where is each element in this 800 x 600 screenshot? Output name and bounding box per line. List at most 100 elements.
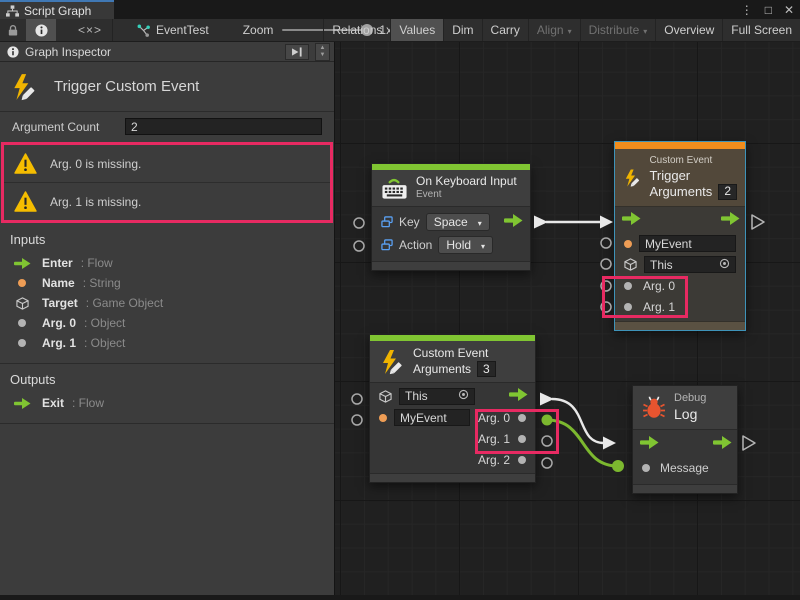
- align-label: Align: [537, 23, 564, 37]
- custom-event-icon: [623, 165, 641, 191]
- arg0-label: Arg. 0: [478, 411, 510, 425]
- window-bottom-edge: [0, 595, 800, 600]
- caret-down-icon: ▾: [568, 27, 572, 36]
- gameobject-cube-icon: [379, 390, 392, 403]
- wire-arg0-to-message[interactable]: [542, 415, 625, 473]
- target-value: This: [650, 258, 673, 272]
- arguments-label: Arguments: [649, 184, 712, 200]
- key-dropdown[interactable]: Space ▾: [426, 213, 490, 231]
- inputs-header: Inputs: [0, 232, 334, 253]
- align-button[interactable]: Align ▾: [528, 19, 580, 41]
- values-button[interactable]: Values: [390, 19, 443, 41]
- keyboard-icon: [381, 176, 408, 200]
- port-trigger-target-input[interactable]: [601, 259, 611, 269]
- overview-button[interactable]: Overview: [655, 19, 722, 41]
- action-dropdown[interactable]: Hold ▾: [438, 236, 493, 254]
- stepper-down-icon[interactable]: ▼: [320, 52, 326, 59]
- target-row: This: [615, 254, 745, 275]
- panel-stepper[interactable]: ▲ ▼: [315, 43, 330, 61]
- tab-script-graph[interactable]: Script Graph: [0, 0, 114, 19]
- flow-out-arrow[interactable]: [721, 212, 740, 228]
- port-receiver-name-input[interactable]: [352, 415, 362, 425]
- caret-down-icon: ▾: [478, 219, 482, 228]
- node-on-keyboard-input[interactable]: On Keyboard Input Event Key Space ▾: [371, 163, 531, 271]
- carry-button[interactable]: Carry: [482, 19, 528, 41]
- flow-out-arrow[interactable]: [509, 388, 528, 404]
- port-name: Enter: [42, 256, 73, 270]
- window-maximize-button[interactable]: □: [765, 3, 772, 17]
- port-row-enter: Enter : Flow: [0, 253, 334, 273]
- arg0-row: Arg. 0: [615, 275, 745, 296]
- info-icon: [35, 24, 48, 37]
- action-value: Hold: [446, 238, 471, 252]
- port-type: : String: [83, 276, 121, 290]
- object-port-icon: [642, 464, 650, 472]
- argument-count-input[interactable]: 2: [125, 118, 322, 135]
- object-picker-icon[interactable]: [719, 258, 730, 272]
- port-action-input[interactable]: [354, 241, 364, 251]
- object-port-icon: [10, 319, 34, 327]
- event-name-input[interactable]: MyEvent: [639, 235, 736, 252]
- action-row: Action Hold ▾: [372, 234, 530, 257]
- stepper-up-icon[interactable]: ▲: [320, 45, 326, 52]
- graph-reference-button[interactable]: EventTest: [129, 19, 217, 41]
- distribute-button[interactable]: Distribute ▾: [580, 19, 656, 41]
- event-name-input[interactable]: MyEvent: [394, 409, 470, 426]
- node-footer: [633, 484, 737, 493]
- dock-icon: [291, 47, 304, 57]
- fullscreen-button[interactable]: Full Screen: [722, 19, 800, 41]
- event-name-row: MyEvent: [615, 233, 745, 254]
- flow-out-arrow[interactable]: [713, 436, 732, 452]
- port-trigger-arg0-input[interactable]: [601, 281, 611, 291]
- arguments-count-input[interactable]: 2: [718, 184, 737, 200]
- arg1-row: Arg. 1: [615, 296, 745, 317]
- port-type: : Object: [84, 316, 125, 330]
- node-title: Log: [674, 406, 706, 424]
- arguments-count-input[interactable]: 3: [477, 361, 496, 377]
- wire-receiver-to-debug[interactable]: [540, 393, 616, 450]
- port-receiver-arg1-output[interactable]: [542, 436, 552, 446]
- port-debug-flow-output[interactable]: [743, 436, 755, 450]
- port-key-input[interactable]: [354, 218, 364, 228]
- port-name: Name: [42, 276, 75, 290]
- port-trigger-name-input[interactable]: [601, 238, 611, 248]
- dock-panel-button[interactable]: [285, 44, 309, 60]
- message-row: Message: [633, 456, 737, 480]
- target-input[interactable]: This: [644, 256, 736, 273]
- port-trigger-arg1-input[interactable]: [601, 302, 611, 312]
- node-trigger-custom-event[interactable]: Custom Event Trigger Arguments 2 MyEvent: [614, 141, 746, 331]
- inspector-toggle-button[interactable]: [26, 19, 56, 41]
- dim-button[interactable]: Dim: [443, 19, 481, 41]
- window-menu-button[interactable]: ⋮: [741, 3, 753, 17]
- relations-button[interactable]: Relations: [323, 19, 390, 41]
- arg2-label: Arg. 2: [478, 453, 510, 467]
- port-type: : Flow: [72, 396, 104, 410]
- flow-in-arrow[interactable]: [622, 212, 641, 228]
- flow-out-arrow[interactable]: [504, 214, 523, 230]
- node-debug-log[interactable]: Debug Log Message: [632, 385, 738, 494]
- graph-inspector-panel: Graph Inspector ▲ ▼ Trigger Custom Event…: [0, 42, 335, 600]
- node-category: Debug: [674, 392, 706, 406]
- flow-in-arrow[interactable]: [640, 436, 659, 452]
- port-receiver-target-input[interactable]: [352, 394, 362, 404]
- warning-text: Arg. 1 is missing.: [50, 195, 141, 209]
- object-port-icon: [518, 456, 526, 464]
- node-custom-event[interactable]: Custom Event Arguments 3 This: [369, 334, 536, 483]
- port-receiver-arg2-output[interactable]: [542, 458, 552, 468]
- target-value: This: [405, 389, 428, 403]
- inspector-header: Graph Inspector ▲ ▼: [0, 42, 334, 62]
- wire-keyboard-to-trigger[interactable]: [534, 216, 613, 229]
- node-colorbar: [615, 142, 745, 149]
- string-port-icon: [379, 414, 387, 422]
- inspector-title: Graph Inspector: [25, 45, 279, 59]
- port-trigger-flow-output[interactable]: [752, 215, 764, 229]
- node-header: Debug Log: [633, 386, 737, 430]
- event-name-row: MyEvent Arg. 0: [370, 407, 535, 428]
- window-close-button[interactable]: ✕: [784, 3, 794, 17]
- object-picker-icon[interactable]: [458, 389, 469, 403]
- window-controls: ⋮ □ ✕: [741, 0, 794, 19]
- target-input[interactable]: This: [399, 388, 475, 405]
- code-view-button[interactable]: <×>: [68, 19, 112, 41]
- graph-canvas[interactable]: On Keyboard Input Event Key Space ▾: [335, 42, 800, 600]
- lock-button[interactable]: [0, 19, 26, 41]
